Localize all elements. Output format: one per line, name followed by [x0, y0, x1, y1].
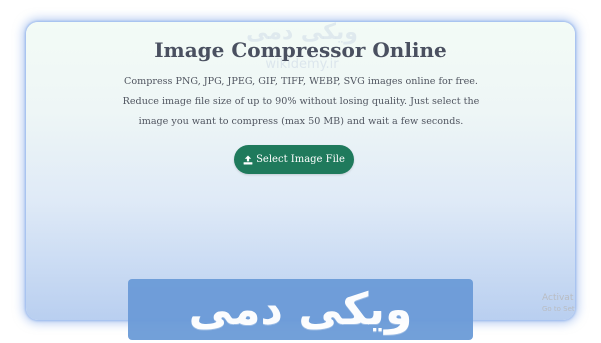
upload-icon — [243, 155, 253, 165]
description: Compress PNG, JPG, JPEG, GIF, TIFF, WEBP… — [100, 72, 502, 132]
select-image-file-button[interactable]: Select Image File — [234, 145, 354, 174]
description-line-1: Compress PNG, JPG, JPEG, GIF, TIFF, WEBP… — [124, 76, 478, 87]
page: ویکی دمی wikidemy.ir Image Compressor On… — [0, 0, 601, 343]
windows-activation-notice: Activat Go to Set — [542, 293, 601, 314]
page-title: Image Compressor Online — [154, 38, 447, 62]
description-line-2: Reduce image file size of up to 90% with… — [122, 96, 480, 107]
activation-line-2: Go to Set — [542, 305, 575, 313]
watermark-banner: ویکی دمی — [128, 279, 473, 340]
watermark-logo-banner: ویکی دمی — [188, 283, 413, 335]
description-line-3: image you want to compress (max 50 MB) a… — [138, 116, 464, 127]
activation-line-1: Activat — [542, 293, 574, 303]
select-image-file-label: Select Image File — [256, 154, 345, 165]
